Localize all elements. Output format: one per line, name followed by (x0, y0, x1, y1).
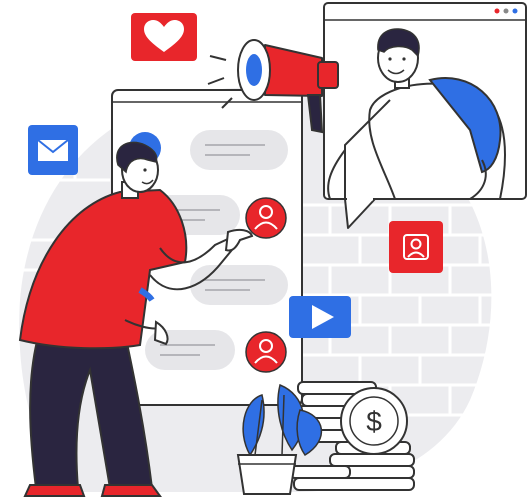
chat-avatar-red-top (245, 197, 287, 239)
marketing-illustration: $ (0, 0, 530, 500)
window-dot-blue (512, 8, 518, 14)
coin-symbol: $ (366, 406, 382, 437)
play-icon (289, 296, 351, 338)
chat-bubble-1 (190, 130, 288, 170)
heart-icon (131, 13, 197, 61)
chat-avatar-red-bottom (245, 331, 287, 373)
illustration-svg: $ (15, 2, 527, 497)
mail-icon (28, 125, 78, 175)
chat-bubble-3 (190, 265, 288, 305)
dollar-coin-icon: $ (340, 387, 408, 455)
user-icon (389, 221, 443, 273)
window-dot-gray (503, 8, 509, 14)
window-dot-red (494, 8, 500, 14)
